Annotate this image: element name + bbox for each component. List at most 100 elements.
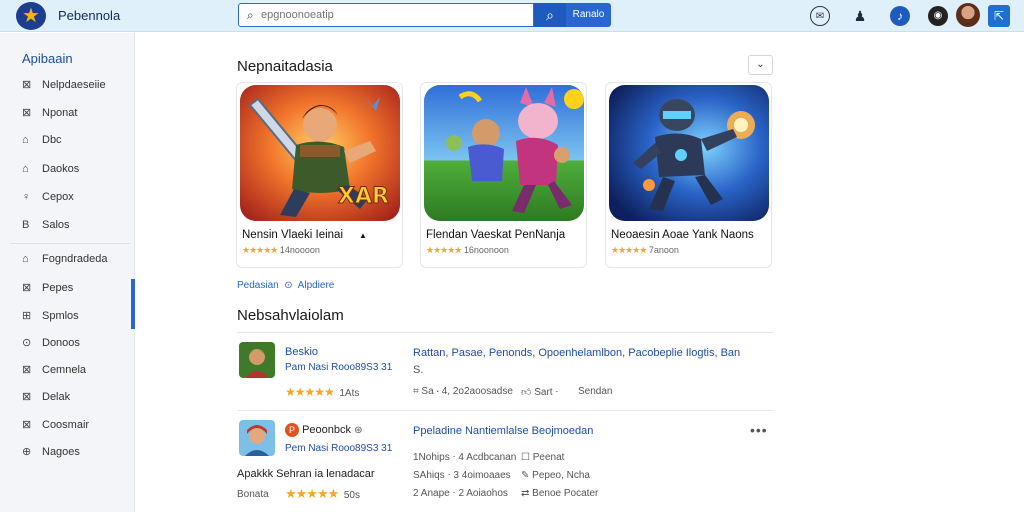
list-item-tagline: Apakkk Sehran ia lenadacar — [237, 468, 375, 480]
list-item-description[interactable]: Ppeladine Nantiemlalse Beojmoedan — [413, 425, 593, 437]
list-item-stat: 1Nohips ⋅ 4 Acdbcanan — [413, 452, 517, 463]
sidebar-item-icon: ♀ — [22, 191, 31, 203]
list-section-title: Nebsahvlaiolam — [237, 307, 344, 324]
sidebar-item-icon: ⊠ — [22, 107, 32, 119]
sidebar-item-icon: ⊠ — [22, 282, 32, 294]
card-rating: ★★★★★ 16noonoon — [426, 245, 509, 255]
list-item-stat: Sendan — [578, 386, 613, 397]
checkbox-icon[interactable]: ☐ — [521, 452, 530, 463]
featured-card-1[interactable]: XAR Nensin Vlaeki Ieinai ▲ ★★★★★ 14noooo… — [236, 82, 403, 268]
thumb-up-icon[interactable]: 👍︎ — [521, 387, 531, 398]
featured-title: Nepnaitadasia — [237, 58, 333, 75]
sidebar-item-icon: ⊠ — [22, 79, 32, 91]
search-input[interactable] — [261, 7, 521, 23]
sidebar-divider — [10, 243, 130, 244]
star-rating-icon: ★★★★★ — [285, 486, 339, 501]
breadcrumb-link-1[interactable]: Pedasian — [237, 280, 279, 291]
sidebar: Apibaain ⊠ Nelpdaeseiie ⊠ Nponat ⌂ Dbc ⌂ Dao… — [0, 33, 135, 512]
sidebar-item-4[interactable]: ⌂ Daokos — [22, 163, 132, 183]
sidebar-item-6[interactable]: B Salos — [22, 219, 132, 239]
sidebar-heading: Apibaain — [22, 51, 73, 66]
sidebar-item-8[interactable]: ⊠ Pepes — [22, 281, 132, 301]
card-title: Neoaesin Aoae Yank Naons — [611, 229, 754, 241]
breadcrumb-link-2[interactable]: Alpdiere — [298, 280, 335, 291]
list-item-stat: 👍︎ Sart ⋅ — [521, 387, 559, 398]
star-rating-icon: ★★★★★ — [611, 245, 647, 255]
sidebar-item-icon: ⊕ — [22, 446, 32, 458]
card-rating: ★★★★★ 7anoon — [611, 245, 679, 255]
more-options-icon[interactable]: ••• — [750, 422, 768, 438]
star-rating-icon: ★★★★★ — [426, 245, 462, 255]
sidebar-item-9[interactable]: ⊞ Spmlos — [22, 309, 132, 329]
sidebar-item-13[interactable]: ⊠ Coosmair — [22, 418, 132, 438]
search-submit-button[interactable]: Ranalo — [566, 3, 611, 27]
list-item-stat: ⇄ Benoe Pocater — [521, 488, 599, 499]
breadcrumb-separator-icon: ⊙ — [284, 280, 293, 291]
svg-text:XAR: XAR — [338, 184, 389, 209]
messages-icon[interactable]: ✉ — [810, 6, 830, 26]
sidebar-item-1[interactable]: ⊠ Nelpdaeseiie — [22, 78, 132, 98]
settings-icon[interactable]: ◉ — [928, 6, 948, 26]
sidebar-item-icon: B — [22, 219, 30, 231]
featured-card-2[interactable]: Flendan Vaeskat PenNanja ★★★★★ 16noonoon — [420, 82, 587, 268]
app-title: Pebennola — [58, 8, 121, 23]
list-item-stat: ✎ Pepeo, Ncha — [521, 470, 590, 481]
sidebar-item-icon: ⊙ — [22, 337, 32, 349]
search-icon: ⌕ — [247, 8, 254, 22]
list-item-description: Rattan, Pasae, Penonds, Opoenhelamlbon, … — [413, 347, 741, 359]
user-icon[interactable]: ♟ — [850, 6, 870, 26]
divider — [237, 332, 773, 333]
sidebar-item-3[interactable]: ⌂ Dbc — [22, 134, 132, 154]
card-title: Nensin Vlaeki Ieinai ▲ — [242, 229, 367, 241]
sidebar-item-7[interactable]: ⌂ Fogndradeda — [22, 253, 132, 273]
card-title: Flendan Vaeskat PenNanja — [426, 229, 566, 241]
list-item-title[interactable]: P Peoonbck ⊛ — [285, 423, 362, 437]
list-item-rating: ★★★★★ 50s — [285, 486, 360, 501]
share-icon[interactable]: ⇱ — [988, 5, 1010, 27]
sidebar-item-10[interactable]: ⊙ Donoos — [22, 336, 132, 356]
game-art-image: XAR — [240, 85, 400, 221]
list-item-stat: 2 Anape ⋅ 2 Aoiaohos — [413, 488, 508, 499]
sidebar-active-indicator — [131, 279, 135, 329]
sidebar-item-12[interactable]: ⊠ Delak — [22, 390, 132, 410]
list-item-label: Bonata — [237, 489, 269, 500]
sidebar-item-icon: ⌂ — [22, 163, 29, 175]
sidebar-item-icon: ⌂ — [22, 253, 29, 265]
sidebar-item-icon: ⊠ — [22, 364, 32, 376]
breadcrumb: Pedasian ⊙ Alpdiere — [237, 280, 334, 291]
sidebar-item-icon: ⊠ — [22, 391, 32, 403]
edit-icon[interactable]: ✎ — [521, 470, 529, 481]
game-art-image — [609, 85, 769, 221]
chevron-down-icon[interactable]: ⌄ — [748, 55, 773, 75]
sidebar-item-5[interactable]: ♀ Cepox — [22, 191, 132, 211]
notifications-icon[interactable]: ♪ — [890, 6, 910, 26]
app-badge-icon: P — [285, 423, 299, 437]
search-box[interactable]: ⌕ — [238, 3, 534, 27]
sidebar-item-14[interactable]: ⊕ Nagoes — [22, 445, 132, 465]
divider — [237, 410, 773, 411]
app-logo-icon[interactable]: ★ — [16, 2, 46, 30]
sidebar-item-icon: ⊠ — [22, 419, 32, 431]
search-icon-button[interactable]: ⌕ — [534, 3, 566, 27]
list-item-rating: ★★★★★ 1Ats — [285, 385, 360, 399]
sidebar-item-2[interactable]: ⊠ Nponat — [22, 106, 132, 126]
featured-card-3[interactable]: Neoaesin Aoae Yank Naons ★★★★★ 7anoon — [605, 82, 772, 268]
list-item-description-cont: S. — [413, 364, 424, 376]
list-item-stat: ☐ Peenat — [521, 452, 565, 463]
sidebar-item-icon: ⌂ — [22, 134, 29, 146]
sidebar-item-icon: ⊞ — [22, 310, 32, 322]
sidebar-item-11[interactable]: ⊠ Cemnela — [22, 363, 132, 383]
list-item-subtitle: Pam Nasi Rooo89S3 31 — [285, 362, 393, 373]
card-rating: ★★★★★ 14noooon — [242, 245, 320, 255]
app-thumbnail — [239, 420, 275, 456]
profile-avatar[interactable] — [956, 3, 980, 27]
top-bar: ★ Pebennola ⌕ ⌕ Ranalo ✉ ♟ ♪ ◉ ⇱ — [0, 0, 1024, 32]
bookmark-icon[interactable]: ⌗ — [413, 386, 419, 397]
star-rating-icon: ★★★★★ — [242, 245, 278, 255]
share-icon[interactable]: ⇄ — [521, 488, 529, 499]
list-item-subtitle: Pem Nasi Rooo89S3 31 — [285, 443, 393, 454]
list-item-title[interactable]: Beskio — [285, 346, 318, 358]
app-thumbnail — [239, 342, 275, 378]
list-item-stat: ⌗ Sa ⋅ 4, 2o2aoosadse — [413, 386, 513, 397]
game-art-image — [424, 85, 584, 221]
